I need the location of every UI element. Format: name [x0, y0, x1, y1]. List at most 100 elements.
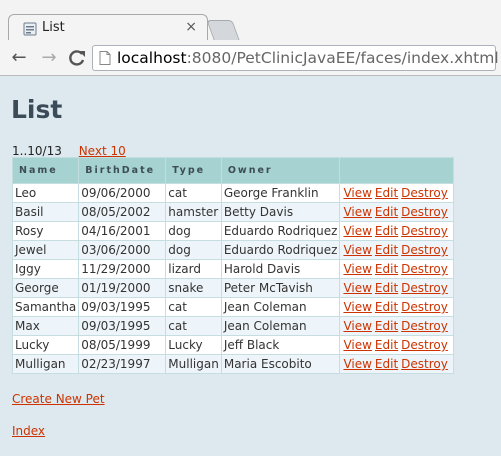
reload-icon[interactable]: [66, 48, 88, 68]
view-link[interactable]: View: [343, 186, 371, 200]
destroy-link[interactable]: Destroy: [401, 262, 448, 276]
table-row: Rosy 04/16/2001 dog Eduardo Rodriquez View Ed…: [11, 221, 454, 241]
view-link[interactable]: View: [343, 300, 371, 314]
cell-type: lizard: [165, 259, 222, 279]
edit-link[interactable]: Edit: [375, 338, 398, 352]
cell-type: snake: [165, 278, 222, 298]
page-title: List: [11, 95, 63, 124]
destroy-link[interactable]: Destroy: [401, 338, 448, 352]
cell-actions: View Edit Destroy: [339, 316, 454, 336]
view-link[interactable]: View: [343, 205, 371, 219]
destroy-link[interactable]: Destroy: [401, 243, 448, 257]
cell-actions: View Edit Destroy: [339, 240, 454, 260]
cell-owner: Eduardo Rodriquez: [220, 221, 341, 241]
table-row: Basil 08/05/2002 hamster Betty Davis View Edi…: [11, 202, 454, 222]
view-link[interactable]: View: [343, 281, 371, 295]
page-favicon-icon: [23, 22, 37, 36]
cell-name: Max: [11, 316, 80, 336]
cell-owner: Maria Escobito: [220, 354, 341, 374]
url-host: localhost: [117, 49, 187, 67]
table-row: Samantha 09/03/1995 cat Jean Coleman View Edi…: [11, 297, 454, 317]
cell-actions: View Edit Destroy: [339, 183, 454, 203]
browser-tab[interactable]: List ×: [8, 14, 208, 42]
cell-birthdate: 09/06/2000: [78, 183, 167, 203]
table-row: Jewel 03/06/2000 dog Eduardo Rodriquez View E…: [11, 240, 454, 260]
destroy-link[interactable]: Destroy: [401, 281, 448, 295]
cell-birthdate: 03/06/2000: [78, 240, 167, 260]
forward-arrow-icon[interactable]: →: [38, 48, 60, 68]
column-header-actions: [339, 157, 454, 184]
view-link[interactable]: View: [343, 357, 371, 371]
pets-table-body: Leo 09/06/2000 cat George Franklin View Edit D…: [11, 183, 454, 374]
edit-link[interactable]: Edit: [375, 224, 398, 238]
cell-birthdate: 04/16/2001: [78, 221, 167, 241]
cell-owner: Harold Davis: [220, 259, 341, 279]
table-row: Lucky 08/05/1999 Lucky Jeff Black View Edit De…: [11, 335, 454, 355]
cell-type: dog: [165, 221, 222, 241]
new-tab-button[interactable]: [206, 20, 240, 40]
edit-link[interactable]: Edit: [375, 319, 398, 333]
destroy-link[interactable]: Destroy: [401, 300, 448, 314]
tab-title: List: [42, 20, 65, 35]
edit-link[interactable]: Edit: [375, 186, 398, 200]
column-header-birthdate: BirthDate: [78, 157, 167, 184]
table-header-row: Name BirthDate Type Owner: [11, 157, 454, 184]
cell-birthdate: 09/03/1995: [78, 316, 167, 336]
view-link[interactable]: View: [343, 224, 371, 238]
cell-birthdate: 09/03/1995: [78, 297, 167, 317]
destroy-link[interactable]: Destroy: [401, 205, 448, 219]
table-row: Iggy 11/29/2000 lizard Harold Davis View Edit…: [11, 259, 454, 279]
tab-close-icon[interactable]: ×: [185, 19, 197, 35]
view-link[interactable]: View: [343, 319, 371, 333]
index-link[interactable]: Index: [12, 424, 45, 438]
cell-actions: View Edit Destroy: [339, 335, 454, 355]
cell-birthdate: 02/23/1997: [78, 354, 167, 374]
edit-link[interactable]: Edit: [375, 205, 398, 219]
edit-link[interactable]: Edit: [375, 281, 398, 295]
cell-owner: Betty Davis: [220, 202, 341, 222]
edit-link[interactable]: Edit: [375, 262, 398, 276]
cell-name: Rosy: [11, 221, 80, 241]
destroy-link[interactable]: Destroy: [401, 319, 448, 333]
column-header-name: Name: [11, 157, 80, 184]
cell-owner: Jean Coleman: [220, 316, 341, 336]
cell-name: Mulligan: [11, 354, 80, 374]
cell-owner: Eduardo Rodriquez: [220, 240, 341, 260]
cell-name: Basil: [11, 202, 80, 222]
address-bar[interactable]: localhost:8080/PetClinicJavaEE/faces/ind…: [92, 45, 499, 71]
browser-toolbar: ← → localhost:8080/PetClinicJavaEE/faces…: [0, 40, 501, 76]
destroy-link[interactable]: Destroy: [401, 186, 448, 200]
url-path: :8080/PetClinicJavaEE/faces/index.xhtml: [186, 49, 499, 67]
cell-birthdate: 08/05/1999: [78, 335, 167, 355]
view-link[interactable]: View: [343, 262, 371, 276]
column-header-type: Type: [165, 157, 222, 184]
cell-actions: View Edit Destroy: [339, 259, 454, 279]
edit-link[interactable]: Edit: [375, 357, 398, 371]
cell-type: Lucky: [165, 335, 222, 355]
edit-link[interactable]: Edit: [375, 243, 398, 257]
cell-name: Jewel: [11, 240, 80, 260]
cell-actions: View Edit Destroy: [339, 278, 454, 298]
cell-actions: View Edit Destroy: [339, 354, 454, 374]
cell-name: Lucky: [11, 335, 80, 355]
destroy-link[interactable]: Destroy: [401, 224, 448, 238]
cell-owner: George Franklin: [220, 183, 341, 203]
cell-type: cat: [165, 297, 222, 317]
cell-actions: View Edit Destroy: [339, 221, 454, 241]
cell-name: Samantha: [11, 297, 80, 317]
back-arrow-icon[interactable]: ←: [8, 48, 30, 68]
edit-link[interactable]: Edit: [375, 300, 398, 314]
pager: 1..10/13 Next 10: [12, 144, 126, 158]
create-new-pet-link[interactable]: Create New Pet: [12, 392, 105, 406]
page-content: List 1..10/13 Next 10 Name BirthDate Typ…: [0, 77, 501, 456]
table-row: George 01/19/2000 snake Peter McTavish View E…: [11, 278, 454, 298]
next-page-link[interactable]: Next 10: [79, 144, 126, 158]
view-link[interactable]: View: [343, 338, 371, 352]
table-row: Mulligan 02/23/1997 Mulligan Maria Escobito…: [11, 354, 454, 374]
view-link[interactable]: View: [343, 243, 371, 257]
cell-type: dog: [165, 240, 222, 260]
destroy-link[interactable]: Destroy: [401, 357, 448, 371]
column-header-owner: Owner: [220, 157, 341, 184]
cell-owner: Jeff Black: [220, 335, 341, 355]
pager-range: 1..10/13: [12, 144, 62, 158]
